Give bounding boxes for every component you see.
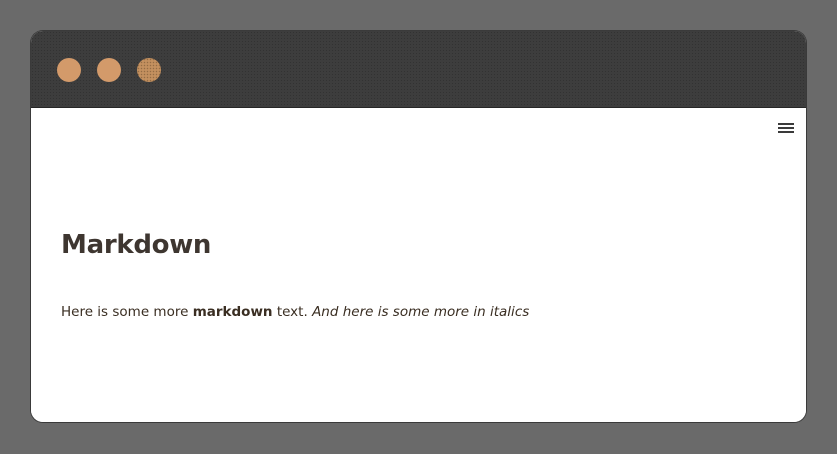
page-content: Markdown Here is some more markdown text… bbox=[31, 108, 806, 422]
paragraph-text-1: Here is some more bbox=[61, 304, 193, 320]
markdown-paragraph: Here is some more markdown text. And her… bbox=[61, 304, 529, 320]
paragraph-bold-text: markdown bbox=[192, 304, 273, 320]
paragraph-text-2: text. bbox=[272, 304, 313, 320]
minimize-window-button[interactable] bbox=[97, 58, 121, 82]
page-title: Markdown bbox=[61, 230, 212, 260]
hamburger-menu-icon[interactable] bbox=[778, 122, 794, 134]
zoom-window-button[interactable] bbox=[137, 58, 161, 82]
paragraph-italic-text: And here is some more in italics bbox=[312, 304, 530, 320]
app-window: Markdown Here is some more markdown text… bbox=[31, 31, 806, 422]
close-window-button[interactable] bbox=[57, 58, 81, 82]
window-titlebar bbox=[31, 31, 806, 108]
